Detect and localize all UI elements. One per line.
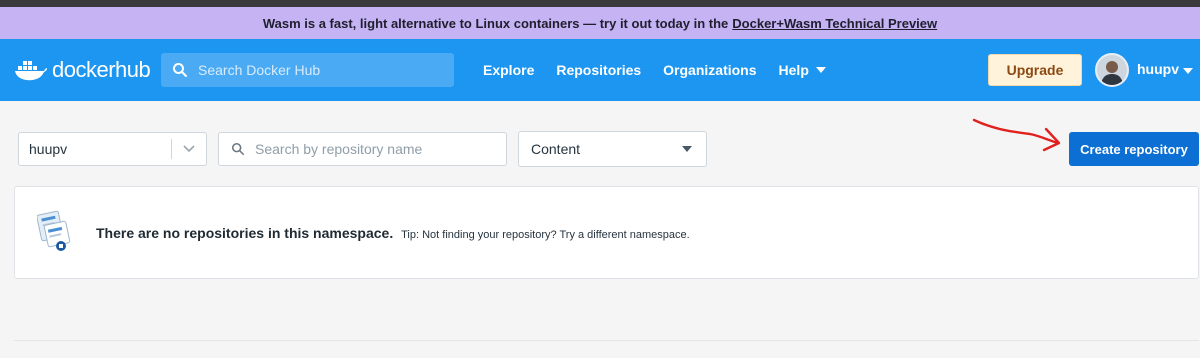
content-filter-select[interactable]: Content: [518, 131, 707, 167]
section-divider: [14, 340, 1199, 341]
nav-help-label: Help: [778, 62, 809, 78]
hub-search-input[interactable]: [196, 61, 440, 79]
namespace-value: huupv: [29, 141, 68, 157]
docker-hub-logo[interactable]: dockerhub: [14, 55, 151, 85]
user-photo-icon: [1097, 55, 1127, 85]
username[interactable]: huupv: [1137, 61, 1179, 77]
window-top-strip: [0, 0, 1200, 7]
logo-word-docker: docker: [52, 57, 116, 82]
nav-organizations[interactable]: Organizations: [663, 62, 756, 78]
user-menu-chevron-icon[interactable]: [1183, 68, 1193, 74]
search-icon: [173, 63, 187, 77]
create-repository-button[interactable]: Create repository: [1069, 132, 1199, 166]
annotation-arrow-icon: [972, 118, 1061, 152]
nav-help[interactable]: Help: [779, 62, 826, 78]
nav-explore[interactable]: Explore: [483, 62, 534, 78]
upgrade-button[interactable]: Upgrade: [988, 54, 1082, 86]
empty-state-message: There are no repositories in this namesp…: [96, 225, 690, 241]
chevron-down-icon: [815, 67, 826, 73]
docker-whale-icon: [15, 61, 47, 81]
search-icon: [231, 142, 245, 156]
nav-links: Explore Repositories Organizations Help: [483, 39, 848, 101]
avatar[interactable]: [1095, 53, 1129, 87]
banner-text: Wasm is a fast, light alternative to Lin…: [262, 15, 729, 31]
repository-search-box[interactable]: [218, 132, 507, 166]
top-navbar: dockerhub Explore Repositories Organizat…: [0, 39, 1200, 101]
announcement-banner: Wasm is a fast, light alternative to Lin…: [0, 7, 1200, 39]
caret-down-icon: [682, 146, 692, 152]
nav-repositories[interactable]: Repositories: [556, 62, 641, 78]
namespace-select[interactable]: huupv: [18, 132, 207, 166]
banner-link[interactable]: Docker+Wasm Technical Preview: [732, 16, 937, 31]
empty-state-tip: Tip: Not finding your repository? Try a …: [401, 229, 690, 241]
repository-search-input[interactable]: [253, 140, 497, 158]
logo-word-hub: hub: [115, 57, 151, 82]
repository-illustration-icon: [37, 210, 71, 251]
content-filter-value: Content: [531, 141, 581, 157]
empty-state-title: There are no repositories in this namesp…: [96, 225, 394, 241]
empty-state-card: There are no repositories in this namesp…: [14, 186, 1199, 279]
hub-search-box[interactable]: [161, 53, 454, 87]
chevron-down-icon: [172, 145, 206, 153]
